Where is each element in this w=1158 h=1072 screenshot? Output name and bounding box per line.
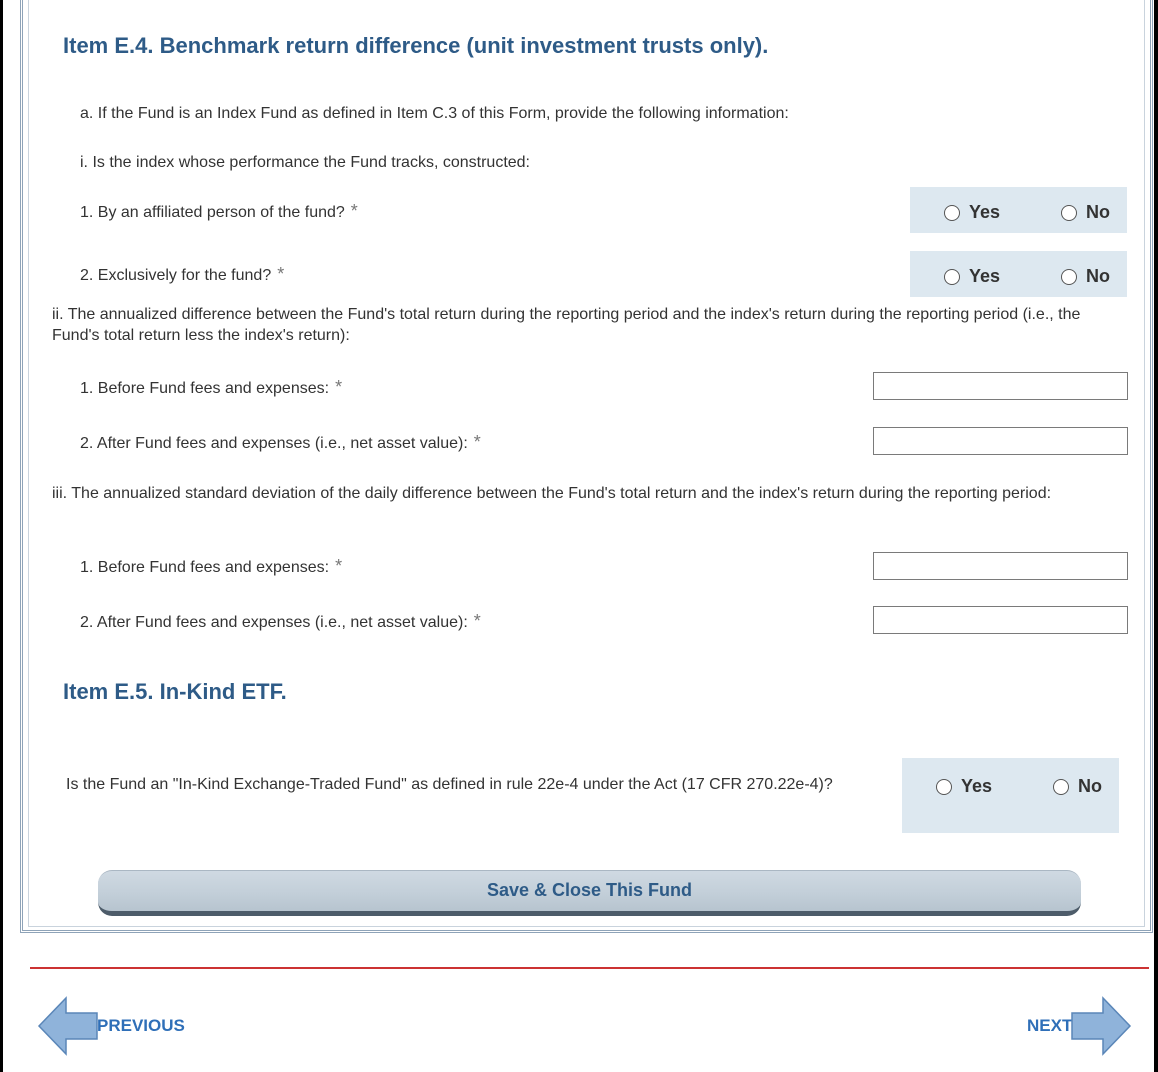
iii-1-text: 1. Before Fund fees and expenses:: [80, 559, 330, 576]
section-divider: [30, 967, 1149, 969]
item-e4-i-text: i. Is the index whose performance the Fu…: [80, 154, 530, 171]
q1-no-label: No: [1086, 202, 1110, 222]
item-e5-heading: Item E.5. In-Kind ETF.: [63, 679, 287, 704]
iii-2-label: 2. After Fund fees and expenses (i.e., n…: [80, 611, 481, 633]
iii-1-label: 1. Before Fund fees and expenses: *: [80, 556, 342, 578]
q2-no-radio[interactable]: [1061, 268, 1077, 285]
previous-label: PREVIOUS: [97, 1016, 185, 1035]
ii-1-text: 1. Before Fund fees and expenses:: [80, 380, 330, 397]
e5-no-radio[interactable]: [1053, 778, 1069, 795]
right-arrow-icon: [1071, 996, 1132, 1056]
iii-2-text: 2. After Fund fees and expenses (i.e., n…: [80, 614, 468, 631]
q1-yes-radio[interactable]: [944, 204, 960, 221]
q2-yes-radio[interactable]: [944, 268, 960, 285]
q1-no-radio[interactable]: [1061, 204, 1077, 221]
e5-no-option[interactable]: No: [1053, 776, 1102, 797]
item-e5-question: Is the Fund an "In-Kind Exchange-Traded …: [66, 776, 833, 793]
required-mark: *: [350, 201, 358, 221]
e5-yes-radio[interactable]: [936, 778, 952, 795]
left-arrow-icon: [37, 996, 98, 1056]
window-border-right: [1154, 0, 1158, 1072]
required-mark: *: [335, 556, 343, 576]
next-button[interactable]: NEXT: [1027, 995, 1132, 1057]
ii-1-label: 1. Before Fund fees and expenses: *: [80, 377, 342, 399]
q2-yes-label: Yes: [969, 266, 1001, 286]
required-mark: *: [335, 377, 343, 397]
q2-text: 2. Exclusively for the fund?: [80, 267, 272, 284]
q2-no-option[interactable]: No: [1061, 266, 1110, 287]
iii-before-fees-input[interactable]: [873, 552, 1128, 580]
item-e4-ii-text: ii. The annualized difference between th…: [52, 306, 1081, 344]
item-e4-iii-text: iii. The annualized standard deviation o…: [52, 485, 1052, 502]
previous-button[interactable]: PREVIOUS: [37, 995, 185, 1057]
q1-text: 1. By an affiliated person of the fund?: [80, 204, 345, 221]
item-e4-q1-label: 1. By an affiliated person of the fund? *: [80, 201, 358, 223]
e5-radio-group: Yes No: [902, 758, 1119, 833]
item-e4-q2-label: 2. Exclusively for the fund? *: [80, 264, 284, 286]
q1-radio-group: Yes No: [910, 187, 1127, 233]
next-label: NEXT: [1027, 1016, 1073, 1035]
q1-yes-label: Yes: [969, 202, 1001, 222]
item-e4-heading: Item E.4. Benchmark return difference (u…: [63, 33, 769, 58]
required-mark: *: [277, 264, 285, 284]
e5-no-label: No: [1078, 776, 1102, 796]
iii-after-fees-input[interactable]: [873, 606, 1128, 634]
e5-yes-option[interactable]: Yes: [936, 776, 992, 797]
e5-yes-label: Yes: [961, 776, 993, 796]
ii-after-fees-input[interactable]: [873, 427, 1128, 455]
window-border-left: [0, 0, 3, 1072]
q1-no-option[interactable]: No: [1061, 202, 1110, 223]
q2-no-label: No: [1086, 266, 1110, 286]
item-e4-a-text: a. If the Fund is an Index Fund as defin…: [80, 105, 789, 122]
save-close-fund-button[interactable]: Save & Close This Fund: [98, 870, 1081, 916]
ii-2-text: 2. After Fund fees and expenses (i.e., n…: [80, 435, 468, 452]
ii-2-label: 2. After Fund fees and expenses (i.e., n…: [80, 432, 481, 454]
q2-radio-group: Yes No: [910, 251, 1127, 297]
ii-before-fees-input[interactable]: [873, 372, 1128, 400]
required-mark: *: [473, 432, 481, 452]
q2-yes-option[interactable]: Yes: [944, 266, 1000, 287]
required-mark: *: [473, 611, 481, 631]
q1-yes-option[interactable]: Yes: [944, 202, 1000, 223]
